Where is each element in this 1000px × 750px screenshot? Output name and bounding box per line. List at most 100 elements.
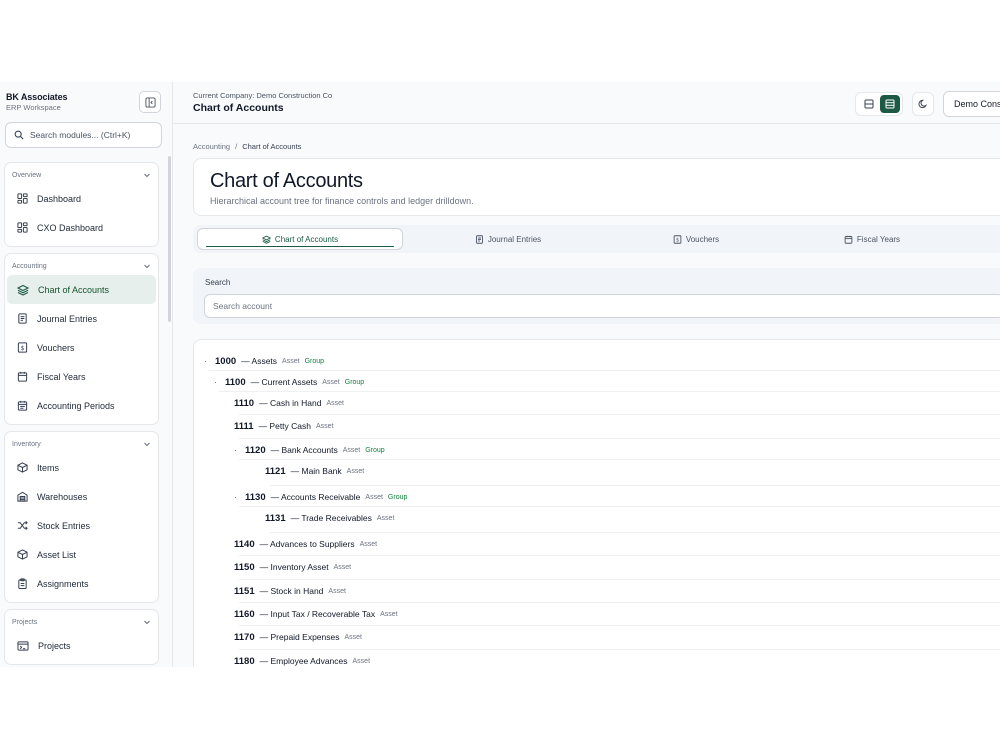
grid-icon [17,222,28,233]
account-row[interactable]: 1131 — Trade Receivables Asset [265,510,394,526]
sidebar-item-fiscal-years[interactable]: Fiscal Years [7,362,156,391]
account-code: 1120 [245,444,266,456]
moon-icon [918,99,928,109]
row-divider [239,506,1000,507]
account-type-badge: Asset [322,378,340,386]
account-group-badge: Group [304,357,325,365]
row-divider [270,532,1000,533]
account-row[interactable]: 1140 — Advances to Suppliers Asset [234,536,377,552]
account-type-badge: Asset [333,563,352,571]
sidebar-item-projects[interactable]: Projects [7,631,156,660]
account-group-badge: Group [344,378,365,386]
brand-subtitle: ERP Workspace [6,103,61,112]
brand: BK Associates ERP Workspace [6,92,68,112]
sidebar-item-cxo-dashboard[interactable]: CXO Dashboard [7,213,156,242]
nav-section-inventory: Inventory Items Warehouses Stock Entries [4,431,159,603]
sidebar-item-journal-entries[interactable]: Journal Entries [7,304,156,333]
search-label: Search [205,278,231,287]
account-row[interactable]: · 1100 — Current Assets Asset Group [214,374,364,390]
sidebar-item-label: Stock Entries [37,520,91,531]
sidebar-item-vouchers[interactable]: $ Vouchers [7,333,156,362]
account-type-badge: Asset [376,514,395,522]
account-row[interactable]: 1160 — Input Tax / Recoverable Tax Asset [234,606,398,622]
account-code: 1131 [265,512,286,524]
journal-icon [18,313,27,324]
account-row[interactable]: 1110 — Cash in Hand Asset [234,395,344,411]
account-row[interactable]: 1111 — Petty Cash Asset [234,418,334,434]
breadcrumb-parent[interactable]: Accounting [193,142,230,151]
account-name: — Employee Advances [259,656,348,666]
voucher-icon: $ [17,342,28,353]
account-type-badge: Asset [328,587,346,595]
account-name: — Inventory Asset [259,562,329,572]
account-row[interactable]: · 1000 — Assets Asset Group [204,353,324,369]
account-row[interactable]: · 1120 — Bank Accounts Asset Group [234,442,385,458]
nav-section-header[interactable]: Accounting [5,257,158,275]
search-icon [14,130,24,140]
calendar-icon [844,235,853,244]
sidebar-item-label: Asset List [37,549,77,560]
sidebar-item-items[interactable]: Items [7,453,156,482]
current-company-label: Current Company: Demo Construction Co [193,91,333,100]
account-name: — Main Bank [290,466,342,476]
account-row[interactable]: 1180 — Employee Advances Asset [234,653,370,667]
account-code: 1111 [234,420,254,432]
sidebar-item-stock-entries[interactable]: Stock Entries [7,511,156,540]
breadcrumb-current: Chart of Accounts [242,142,302,151]
sidebar-item-label: Vouchers [37,342,75,353]
sidebar-item-accounting-periods[interactable]: Accounting Periods [7,391,156,420]
tab-chart-of-accounts[interactable]: Chart of Accounts [197,228,403,250]
expand-toggle-icon[interactable]: · [234,445,240,455]
sidebar-item-label: Chart of Accounts [38,284,110,295]
row-divider [239,414,1000,415]
row-divider [239,579,1000,580]
nav-section-projects: Projects Projects [4,609,159,665]
nav-section-header[interactable]: Overview [5,166,158,184]
box-icon [17,462,28,473]
account-row[interactable]: 1121 — Main Bank Asset [265,463,364,479]
nav-section-header[interactable]: Projects [5,613,158,631]
account-code: 1110 [234,397,255,409]
row-divider [219,391,1000,392]
account-type-badge: Asset [359,540,378,548]
sidebar-item-label: CXO Dashboard [37,222,104,233]
sidebar-item-label: Items [37,462,60,473]
account-name: — Bank Accounts [270,445,338,455]
account-type-badge: Asset [346,467,365,475]
account-row[interactable]: 1151 — Stock in Hand Asset [234,583,346,599]
account-row[interactable]: · 1130 — Accounts Receivable Asset Group [234,489,407,505]
sidebar-item-warehouses[interactable]: Warehouses [7,482,156,511]
account-group-badge: Group [365,446,385,454]
sidebar-item-assignments[interactable]: Assignments [7,569,156,598]
expand-toggle-icon[interactable]: · [214,377,220,387]
sidebar-item-label: Journal Entries [37,313,98,324]
account-code: 1170 [234,631,255,643]
expand-toggle-icon[interactable]: · [204,356,210,366]
compact-view-button[interactable] [859,95,879,113]
theme-toggle-button[interactable] [912,92,934,116]
account-search-input[interactable]: Search account [204,294,1000,318]
sidebar-item-chart-of-accounts[interactable]: Chart of Accounts [7,275,156,304]
chevron-down-icon [144,442,150,447]
sidebar-item-dashboard[interactable]: Dashboard [7,184,156,213]
nav-section-label: Projects [12,618,38,626]
sidebar-item-asset-list[interactable]: Asset List [7,540,156,569]
account-row[interactable]: 1170 — Prepaid Expenses Asset [234,629,362,645]
account-row[interactable]: 1150 — Inventory Asset Asset [234,559,351,575]
company-selector-button[interactable]: Demo Cons [943,91,1000,117]
chevron-down-icon [144,173,150,178]
warehouse-icon [17,491,28,502]
brand-name: BK Associates [6,92,68,102]
sidebar-scrollbar[interactable] [168,156,171,322]
collapse-sidebar-button[interactable] [139,91,161,113]
account-name: — Accounts Receivable [270,492,361,502]
tab-journal-entries[interactable]: Journal Entries [405,228,611,250]
comfortable-view-button[interactable] [879,95,900,113]
tab-fiscal-years[interactable]: Fiscal Years [769,228,975,250]
nav-section-header[interactable]: Inventory [5,435,158,453]
nav-section-overview: Overview Dashboard CXO Dashboard [4,162,159,247]
account-search-panel: Search Search account [193,268,1000,324]
account-type-badge: Asset [344,633,362,641]
expand-toggle-icon[interactable]: · [234,492,240,502]
module-search-input[interactable]: Search modules... (Ctrl+K) [5,122,162,148]
